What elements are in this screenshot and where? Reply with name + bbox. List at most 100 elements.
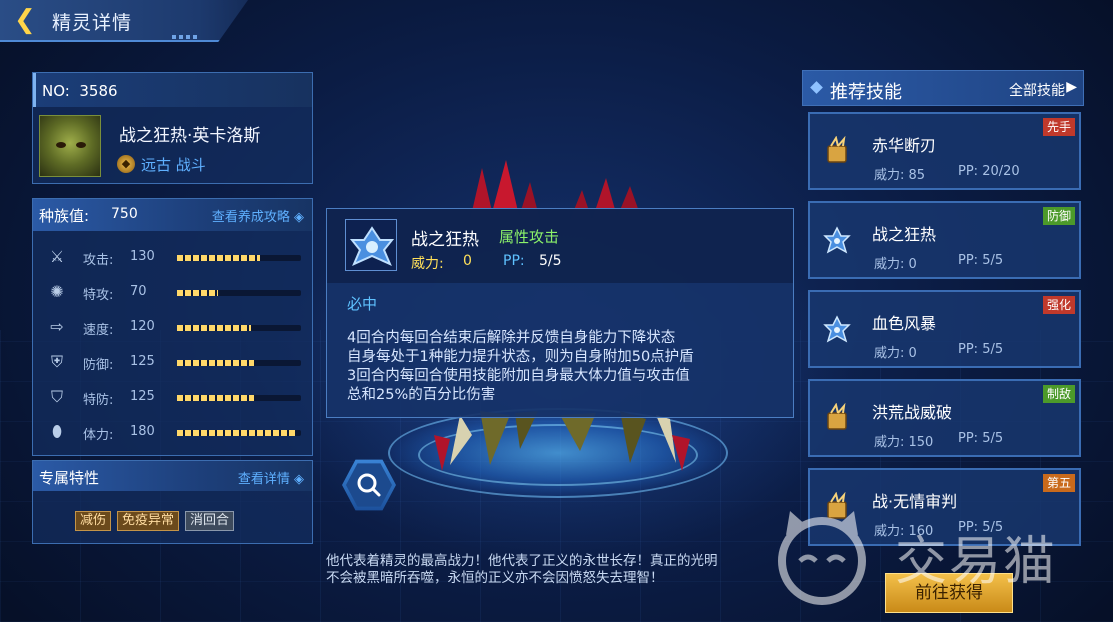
pet-name: 战之狂热·英卡洛斯 [119, 126, 261, 146]
stat-row: ⚔ 攻击: 130 [33, 245, 312, 273]
header-stripe [172, 35, 200, 39]
skill-detail-pp-value: 5/5 [539, 253, 562, 269]
quote-line: 不会被黑暗所吞噬，永恒的正义亦不会因愤怒失去理智！ [326, 570, 664, 586]
skill-detail-pp-label: PP: [503, 253, 525, 269]
skill-detail-description: 4回合内每回合结束后解除并反馈自身能力下降状态 自身每处于1种能力提升状态，则为… [347, 329, 787, 405]
skill-detail-type: 属性攻击 [499, 228, 560, 246]
desc-line: 总和25%的百分比伤害 [347, 387, 496, 403]
watermark-text: 交易猫 [895, 532, 1058, 592]
stat-value: 120 [130, 319, 155, 334]
pet-quote: 他代表着精灵的最高战力！他代表了正义的永世长存！真正的光明 不会被黑暗所吞噬，永… [326, 553, 796, 587]
desc-line: 自身每处于1种能力提升状态，则为自身附加50点护盾 [347, 349, 694, 365]
skill-detail-popup: 战之狂热 属性攻击 威力: 0 PP: 5/5 必中 4回合内每回合结束后解除并… [326, 208, 794, 418]
stat-bar-fill [177, 395, 254, 401]
boot-icon: ⇨ [50, 317, 64, 336]
status-star-icon [345, 219, 397, 271]
pet-number: NO: 3586 [42, 82, 118, 100]
skill-detail-name: 战之狂热 [411, 230, 479, 250]
recommended-skill-card[interactable]: 战之狂热 威力: 0 PP: 5/5 防御 [808, 201, 1081, 279]
pet-type: 远古 战斗 [141, 156, 206, 174]
skill-power: 威力: 85 [874, 168, 926, 183]
recommended-skill-card[interactable]: 血色风暴 威力: 0 PP: 5/5 强化 [808, 290, 1081, 368]
zoom-button-inner [346, 463, 392, 507]
shield-icon: ⛨ [50, 352, 63, 371]
skill-name: 洪荒战威破 [872, 403, 953, 422]
stat-row: ⛨ 防御: 125 [33, 350, 312, 378]
diamond-icon [810, 81, 823, 94]
recommended-skill-card[interactable]: 洪荒战威破威力: 150 PP: 5/5 制敌 [808, 379, 1081, 457]
guide-link[interactable]: 查看养成攻略 ◈ [212, 206, 304, 225]
stat-name: 体力: [83, 428, 114, 443]
pet-number-row: NO: 3586 [33, 73, 312, 107]
stat-bar [177, 430, 301, 436]
ancient-type-icon: ◆ [117, 155, 135, 173]
trait-tag: 免疫异常 [117, 511, 180, 531]
skill-detail-header: 战之狂热 属性攻击 威力: 0 PP: 5/5 [327, 209, 793, 283]
skill-tag-badge: 制敌 [1042, 385, 1075, 403]
skill-power: 威力: 150 [874, 435, 934, 450]
skill-power: 威力: 0 [874, 257, 917, 272]
recommended-skill-card[interactable]: 赤华断刃 威力: 85 PP: 20/20 先手 [808, 112, 1081, 190]
skill-name: 赤华断刃 [872, 136, 937, 155]
skill-detail-power-value: 0 [463, 253, 472, 269]
stat-bar [177, 325, 301, 331]
stat-name: 攻击: [83, 253, 114, 268]
skill-tag-badge: 第五 [1042, 474, 1075, 492]
stat-bar [177, 290, 301, 296]
skill-detail-power-label: 威力: [411, 256, 444, 272]
stat-name: 速度: [83, 323, 114, 338]
sword-icon: ⚔ [49, 247, 65, 266]
traits-header: 专属特性 查看详情 ◈ [33, 461, 312, 491]
stat-bar-fill [177, 290, 218, 296]
trait-tags: 减伤 免疫异常 消回合 [75, 509, 240, 531]
stat-bar [177, 255, 301, 261]
stat-value: 125 [130, 389, 155, 404]
stat-name: 特防: [83, 393, 114, 408]
recommend-label: 推荐技能 [830, 82, 902, 103]
stat-bar-fill [177, 360, 254, 366]
stats-total-label: 种族值: [39, 207, 90, 225]
page-title: 精灵详情 [52, 12, 133, 34]
desc-line: 3回合内每回合使用技能附加自身最大体力值与攻击值 [347, 368, 690, 384]
trait-tag: 减伤 [75, 511, 112, 531]
pet-avatar [39, 115, 101, 177]
magic-shield-icon: ⛉ [50, 387, 63, 406]
chevron-right-icon[interactable]: ▶ [1066, 79, 1077, 95]
quote-line: 他代表着精灵的最高战力！他代表了正义的永世长存！真正的光明 [326, 553, 718, 569]
stat-row: ⛉ 特防: 125 [33, 385, 312, 413]
cat-logo-icon [778, 511, 866, 605]
traits-panel: 专属特性 查看详情 ◈ 减伤 免疫异常 消回合 [32, 460, 313, 544]
stat-row: ⇨ 速度: 120 [33, 315, 312, 343]
pill-icon: ⬮ [51, 422, 63, 441]
stats-panel: 种族值: 750 查看养成攻略 ◈ ⚔ 攻击: 130 ✺ 特攻: 70 ⇨ 速度: 120 ⛨ 防… [32, 198, 313, 456]
skill-name: 战之狂热 [872, 225, 937, 244]
stats-total-value: 750 [111, 206, 138, 222]
stat-name: 防御: [83, 358, 114, 373]
page-header: ❮ 精灵详情 [0, 0, 248, 42]
magic-icon: ✺ [50, 282, 64, 301]
back-arrow-icon[interactable]: ❮ [14, 6, 38, 34]
stat-name: 特攻: [83, 288, 114, 303]
skill-pp: PP: 20/20 [958, 164, 1020, 179]
search-icon [357, 473, 381, 497]
skill-tag-badge: 强化 [1042, 296, 1075, 314]
stat-row: ⬮ 体力: 180 [33, 420, 312, 448]
traits-detail-link[interactable]: 查看详情 ◈ [238, 468, 304, 487]
stat-value: 180 [130, 424, 155, 439]
desc-line: 4回合内每回合结束后解除并反馈自身能力下降状态 [347, 330, 676, 346]
recommend-header: 推荐技能 全部技能 ▶ [802, 70, 1084, 106]
skill-name: 血色风暴 [872, 314, 937, 333]
fighting-type-icon [822, 402, 852, 433]
stat-value: 130 [130, 249, 155, 264]
skill-detail-hit: 必中 [347, 295, 378, 313]
status-star-icon [822, 225, 852, 255]
status-star-icon [822, 314, 852, 344]
stat-bar-fill [177, 325, 252, 331]
stat-bar-fill [177, 430, 298, 436]
all-skills-link[interactable]: 全部技能 [1009, 80, 1065, 100]
traits-label: 专属特性 [39, 469, 100, 487]
skill-pp: PP: 5/5 [958, 253, 1004, 268]
stat-row: ✺ 特攻: 70 [33, 280, 312, 308]
skill-power: 威力: 0 [874, 346, 917, 361]
skill-pp: PP: 5/5 [958, 431, 1004, 446]
